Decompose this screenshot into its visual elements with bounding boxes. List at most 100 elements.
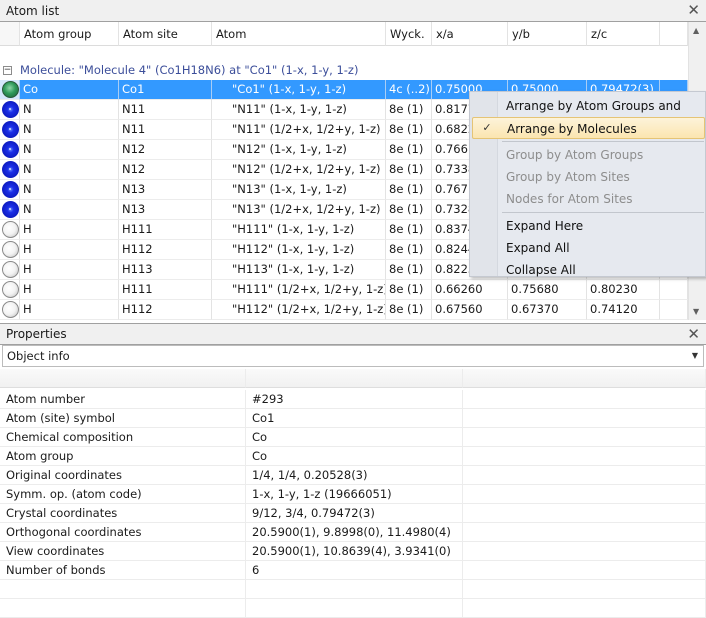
property-name xyxy=(0,580,246,599)
property-name: Atom group xyxy=(0,447,246,466)
property-value xyxy=(246,369,463,388)
menu-item-nodes-for-atom-sites: Nodes for Atom Sites xyxy=(472,188,705,210)
property-row[interactable]: Number of bonds 6 xyxy=(0,561,706,580)
property-row[interactable]: Atom (site) symbol Co1 xyxy=(0,409,706,428)
property-extra xyxy=(463,523,706,542)
atom-icon-cell xyxy=(0,100,20,120)
atom-cell-group: H xyxy=(20,220,119,240)
property-extra xyxy=(463,369,706,388)
atom-icon-cell xyxy=(0,260,20,280)
close-icon[interactable]: ✕ xyxy=(687,326,700,342)
menu-item-arrange-by-atom-groups-and-sites[interactable]: Arrange by Atom Groups and Sites xyxy=(472,95,705,135)
menu-item-expand-all[interactable]: Expand All xyxy=(472,237,705,259)
atom-cell-group: N xyxy=(20,200,119,220)
property-row[interactable]: View coordinates 20.5900(1), 10.8639(4), … xyxy=(0,542,706,561)
atom-cell-atom: "H113" (1-x, 1-y, 1-z) xyxy=(212,260,386,280)
column-header[interactable]: Atom site xyxy=(119,22,212,46)
column-header[interactable]: Wyck. xyxy=(386,22,432,46)
atom-cell-wyck: 8e (1) xyxy=(386,100,432,120)
atom-row[interactable]: H H111 "H111" (1/2+x, 1/2+y, 1-z) 8e (1) 0.6… xyxy=(0,280,688,300)
property-row[interactable]: Crystal coordinates 9/12, 3/4, 0.79472(3) xyxy=(0,504,706,523)
atom-cell-site: H112 xyxy=(119,240,212,260)
column-header[interactable]: x/a xyxy=(432,22,508,46)
property-name: Orthogonal coordinates xyxy=(0,523,246,542)
property-row[interactable]: Atom group Co xyxy=(0,447,706,466)
atom-cell-group: N xyxy=(20,160,119,180)
menu-item-arrange-by-molecules[interactable]: ✓ Arrange by Molecules xyxy=(472,117,705,139)
property-row[interactable]: Atom number #293 xyxy=(0,390,706,409)
property-value: #293 xyxy=(246,390,463,409)
atom-cell-site: Co1 xyxy=(119,80,212,100)
column-header[interactable]: Atom xyxy=(212,22,386,46)
cobalt-atom-icon xyxy=(2,81,19,98)
property-row[interactable] xyxy=(0,580,706,599)
nitrogen-atom-icon xyxy=(2,201,19,218)
hydrogen-atom-icon xyxy=(2,241,19,258)
atom-cell-site: H111 xyxy=(119,280,212,300)
scroll-down-icon[interactable]: ▼ xyxy=(693,307,699,316)
atom-cell-y: 0.67370 xyxy=(508,300,587,320)
collapse-icon[interactable]: − xyxy=(3,65,12,75)
property-name xyxy=(0,369,246,388)
menu-item-expand-here[interactable]: Expand Here xyxy=(472,215,705,237)
column-header-blank[interactable] xyxy=(0,22,20,46)
properties-title: Properties xyxy=(6,327,67,341)
menu-item-label: Expand Here xyxy=(506,219,584,233)
atom-cell-wyck: 8e (1) xyxy=(386,220,432,240)
atom-cell-atom: "H112" (1-x, 1-y, 1-z) xyxy=(212,240,386,260)
atom-cell-group: N xyxy=(20,180,119,200)
property-value xyxy=(246,599,463,618)
nitrogen-atom-icon xyxy=(2,121,19,138)
nitrogen-atom-icon xyxy=(2,181,19,198)
atom-cell-site: H112 xyxy=(119,300,212,320)
property-row[interactable]: Symm. op. (atom code) 1-x, 1-y, 1-z (1966… xyxy=(0,485,706,504)
menu-item-group-by-atom-sites: Group by Atom Sites xyxy=(472,166,705,188)
menu-item-collapse-all[interactable]: Collapse All xyxy=(472,259,705,281)
atom-row[interactable]: H H112 "H112" (1/2+x, 1/2+y, 1-z) 8e (1) 0.6… xyxy=(0,300,688,320)
atom-icon-cell xyxy=(0,160,20,180)
molecule-group-label: Molecule: "Molecule 4" (Co1H18N6) at "Co… xyxy=(20,63,359,77)
nitrogen-atom-icon xyxy=(2,101,19,118)
column-header[interactable]: Atom group xyxy=(20,22,119,46)
property-extra xyxy=(463,485,706,504)
dropdown-arrow-icon[interactable]: ▼ xyxy=(692,346,698,366)
molecule-group-row[interactable]: − Molecule: "Molecule 4" (Co1H18N6) at "… xyxy=(0,60,688,80)
atom-cell-atom: "N13" (1/2+x, 1/2+y, 1-z) xyxy=(212,200,386,220)
atom-cell-group: H xyxy=(20,240,119,260)
property-row[interactable] xyxy=(0,599,706,618)
atom-cell-site: H113 xyxy=(119,260,212,280)
atom-icon-cell xyxy=(0,300,20,320)
property-value: 1/4, 1/4, 0.20528(3) xyxy=(246,466,463,485)
atom-cell-wyck: 4c (..2) xyxy=(386,80,432,100)
atom-cell-site: H111 xyxy=(119,220,212,240)
hydrogen-atom-icon xyxy=(2,301,19,318)
atom-cell-x: 0.67560 xyxy=(432,300,508,320)
column-header[interactable]: y/b xyxy=(508,22,587,46)
atom-cell-atom: "Co1" (1-x, 1-y, 1-z) xyxy=(212,80,386,100)
properties-view-select[interactable]: Object info ▼ xyxy=(2,345,704,367)
property-value: 9/12, 3/4, 0.79472(3) xyxy=(246,504,463,523)
atom-cell-atom: "H111" (1/2+x, 1/2+y, 1-z) xyxy=(212,280,386,300)
atom-cell-z: 0.80230 xyxy=(587,280,660,300)
column-header[interactable]: z/c xyxy=(587,22,660,46)
checkmark-icon: ✓ xyxy=(482,121,492,134)
property-row[interactable]: Original coordinates 1/4, 1/4, 0.20528(3) xyxy=(0,466,706,485)
atom-cell-blank xyxy=(660,280,688,300)
context-menu: Arrange by Atom Groups and Sites✓ Arrange… xyxy=(469,91,706,277)
property-value: Co xyxy=(246,447,463,466)
property-row[interactable]: Orthogonal coordinates 20.5900(1), 9.8998… xyxy=(0,523,706,542)
scroll-up-icon[interactable]: ▲ xyxy=(693,26,699,35)
property-name: Atom number xyxy=(0,390,246,409)
property-value: Co1 xyxy=(246,409,463,428)
atom-cell-group: H xyxy=(20,260,119,280)
column-header-blank[interactable] xyxy=(660,22,688,46)
atom-icon-cell xyxy=(0,140,20,160)
atom-cell-atom: "H111" (1-x, 1-y, 1-z) xyxy=(212,220,386,240)
property-row[interactable]: Chemical composition Co xyxy=(0,428,706,447)
atom-cell-wyck: 8e (1) xyxy=(386,200,432,220)
atom-cell-wyck: 8e (1) xyxy=(386,120,432,140)
close-icon[interactable]: ✕ xyxy=(687,2,700,18)
atom-cell-group: H xyxy=(20,300,119,320)
atom-cell-group: N xyxy=(20,120,119,140)
atom-cell-wyck: 8e (1) xyxy=(386,300,432,320)
